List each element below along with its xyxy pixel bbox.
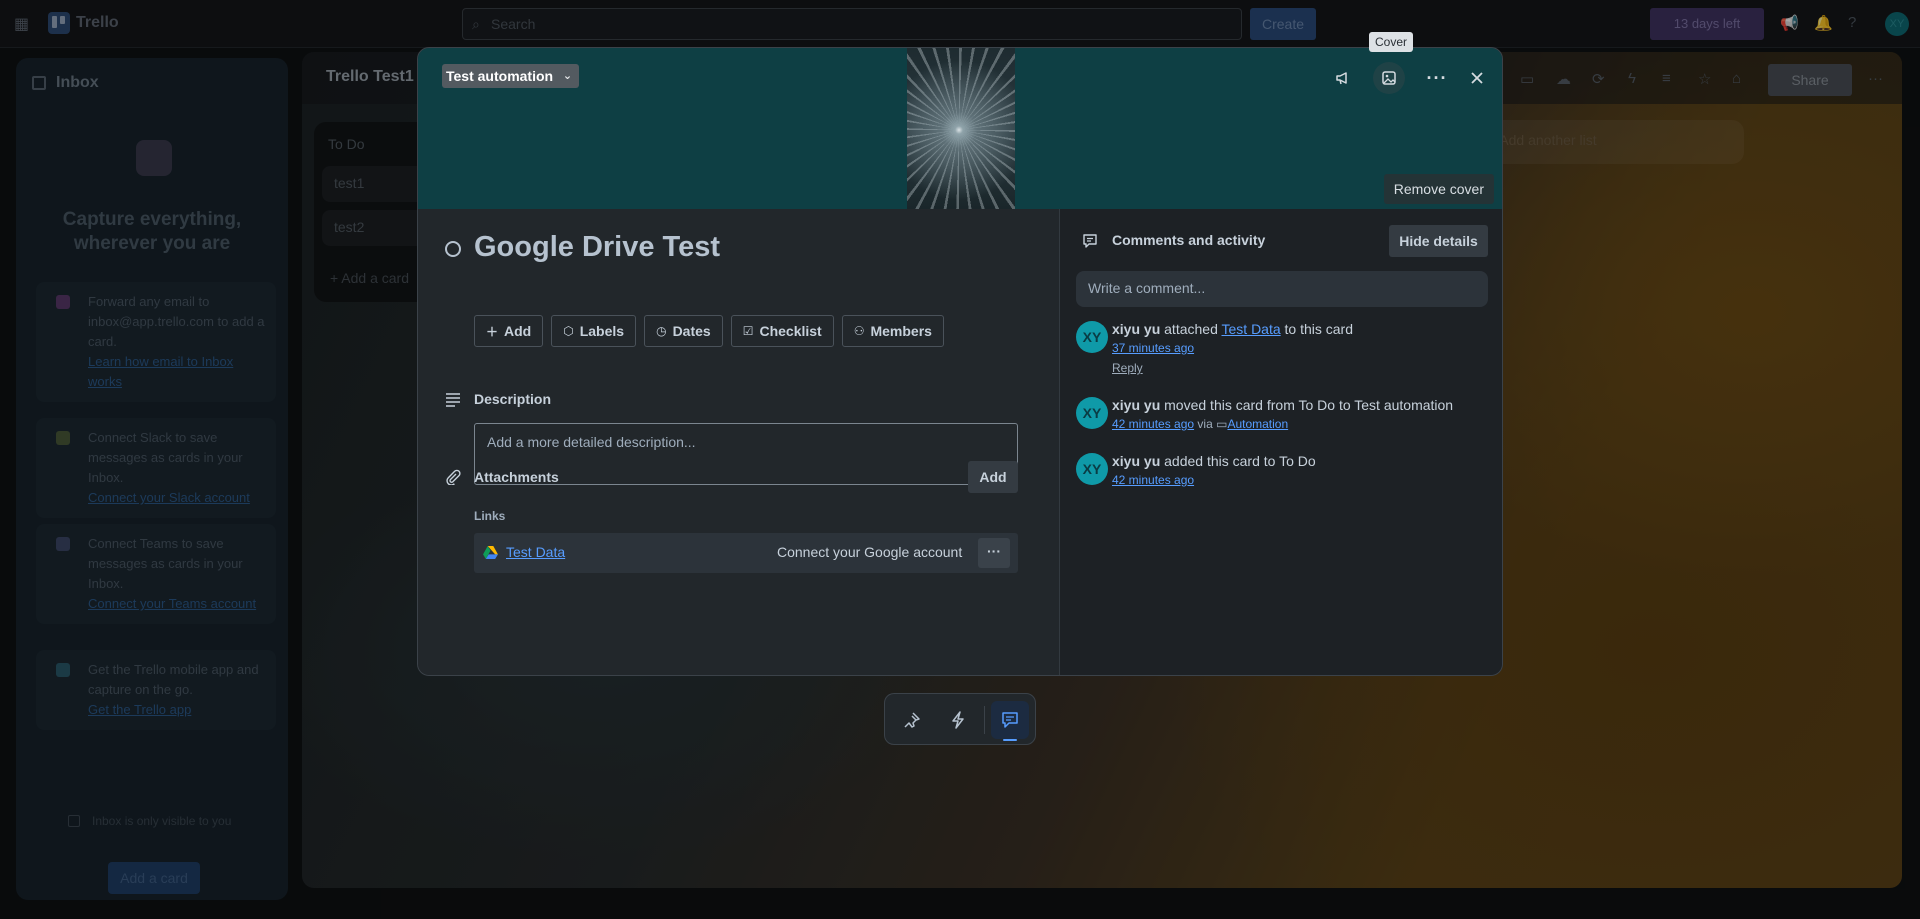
paperclip-icon <box>446 469 461 485</box>
user-icon: ⚇ <box>853 324 865 338</box>
card-detail-modal: Test automation ⌄ ··· Remove cover Googl… <box>417 47 1503 676</box>
activity-text: xiyu yu added this card to To Do <box>1112 453 1316 469</box>
add-button[interactable]: ＋ Add <box>474 315 544 347</box>
avatar[interactable]: XY <box>1076 397 1108 429</box>
dock-divider <box>984 706 985 734</box>
close-icon <box>1471 72 1483 84</box>
image-icon <box>1382 71 1396 85</box>
clock-icon: ◷ <box>656 324 667 338</box>
cover-button[interactable] <box>1373 62 1405 94</box>
attachment-link[interactable]: Test Data <box>506 544 565 560</box>
members-button[interactable]: ⚇ Members <box>841 315 944 347</box>
tag-icon: ⬡ <box>563 324 574 338</box>
automation-button[interactable] <box>939 701 977 739</box>
description-icon <box>446 393 460 407</box>
chevron-down-icon: ⌄ <box>562 70 573 82</box>
comments-toggle-button[interactable] <box>991 701 1029 739</box>
links-label: Links <box>474 509 506 523</box>
card-main-pane: Google Drive Test ＋ Add ⬡ Labels ◷ Dates ☑ C… <box>418 209 1059 675</box>
card-title[interactable]: Google Drive Test <box>474 231 720 264</box>
labels-button[interactable]: ⬡ Labels <box>551 315 637 347</box>
card-cover: Test automation ⌄ ··· Remove cover <box>418 48 1502 209</box>
bottom-dock <box>884 693 1036 745</box>
activity-meta: 42 minutes ago <box>1112 473 1194 487</box>
activity-time[interactable]: 42 minutes ago <box>1112 473 1194 487</box>
comment-icon <box>1083 234 1097 248</box>
activity-link[interactable]: Test Data <box>1222 321 1281 337</box>
google-drive-icon <box>483 546 498 559</box>
list-selector-button[interactable]: Test automation ⌄ <box>442 64 580 88</box>
labels-label: Labels <box>579 323 625 339</box>
activity-time[interactable]: 37 minutes ago <box>1112 341 1194 355</box>
attachments-title: Attachments <box>474 469 559 485</box>
pin-icon <box>904 712 920 728</box>
activity-user[interactable]: xiyu yu <box>1112 397 1160 413</box>
complete-toggle[interactable] <box>445 241 461 257</box>
attachment-link-row: Test Data Connect your Google account ··… <box>474 533 1018 573</box>
pin-button[interactable] <box>893 701 931 739</box>
comment-icon <box>1002 712 1018 728</box>
list-selector-label: Test automation <box>446 68 554 84</box>
add-label: Add <box>504 323 532 339</box>
more-icon: ··· <box>1426 67 1448 88</box>
avatar[interactable]: XY <box>1076 321 1108 353</box>
watch-button[interactable] <box>1327 62 1359 94</box>
active-indicator <box>1003 739 1017 741</box>
close-button[interactable] <box>1461 62 1493 94</box>
checklist-button[interactable]: ☑ Checklist <box>730 315 834 347</box>
avatar[interactable]: XY <box>1076 453 1108 485</box>
card-action-bar: ＋ Add ⬡ Labels ◷ Dates ☑ Checklist ⚇ Members <box>474 315 944 347</box>
checkbox-icon: ☑ <box>742 324 754 338</box>
activity-action: attached <box>1164 321 1218 337</box>
activity-via: via <box>1197 417 1213 431</box>
activity-user[interactable]: xiyu yu <box>1112 453 1160 469</box>
hide-details-button[interactable]: Hide details <box>1389 225 1488 257</box>
activity-suffix: to this card <box>1284 321 1354 337</box>
lightning-icon <box>952 711 964 729</box>
activity-meta: 42 minutes ago via ▭Automation <box>1112 417 1288 431</box>
remove-cover-button[interactable]: Remove cover <box>1383 174 1494 204</box>
activity-title: Comments and activity <box>1112 232 1266 248</box>
activity-action: moved this card from To Do to Test autom… <box>1164 397 1454 413</box>
connect-google-link[interactable]: Connect your Google account <box>777 544 962 560</box>
checklist-label: Checklist <box>759 323 822 339</box>
dates-button[interactable]: ◷ Dates <box>644 315 723 347</box>
reply-link[interactable]: Reply <box>1112 361 1143 375</box>
automation-link[interactable]: Automation <box>1227 417 1288 431</box>
dates-label: Dates <box>672 323 711 339</box>
activity-action: added this card to To Do <box>1164 453 1316 469</box>
plus-icon: ＋ <box>486 324 499 339</box>
description-title: Description <box>474 391 552 407</box>
activity-meta: 37 minutes ago <box>1112 341 1194 355</box>
cover-image <box>907 48 1015 209</box>
members-label: Members <box>870 323 932 339</box>
activity-text: xiyu yu attached Test Data to this card <box>1112 321 1353 337</box>
activity-user[interactable]: xiyu yu <box>1112 321 1160 337</box>
activity-time[interactable]: 42 minutes ago <box>1112 417 1194 431</box>
activity-text: xiyu yu moved this card from To Do to Te… <box>1112 397 1453 413</box>
more-icon: ··· <box>987 543 1001 559</box>
comment-input[interactable]: Write a comment... <box>1076 271 1488 307</box>
card-menu-button[interactable]: ··· <box>1421 62 1453 94</box>
activity-pane: Comments and activity Hide details Write… <box>1059 209 1502 675</box>
megaphone-icon <box>1336 72 1347 85</box>
cover-tooltip: Cover <box>1369 32 1414 52</box>
attachments-add-button[interactable]: Add <box>968 461 1018 493</box>
automation-icon: ▭ <box>1216 417 1228 431</box>
attachment-more-button[interactable]: ··· <box>978 538 1010 568</box>
